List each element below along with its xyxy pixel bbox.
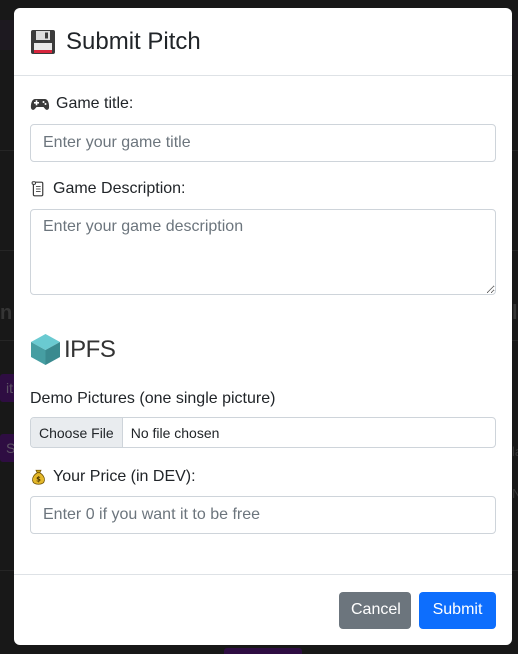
game-title-label: Game title: [30, 94, 496, 114]
price-label: $ Your Price (in DEV): [30, 467, 496, 487]
scroll-icon [31, 181, 44, 197]
ipfs-cube-icon [31, 334, 60, 365]
ipfs-logo: IPFS [30, 333, 496, 366]
modal-body: Game title: Game Description: IPFS [14, 94, 512, 534]
demo-pictures-label: Demo Pictures (one single picture) [30, 390, 496, 408]
floppy-disk-icon [31, 29, 55, 54]
game-title-input[interactable] [30, 124, 496, 162]
game-description-label: Game Description: [30, 179, 496, 199]
game-description-label-text: Game Description: [53, 180, 186, 197]
modal-footer: Cancel Submit [14, 574, 512, 645]
file-status-text: No file chosen [130, 424, 220, 441]
cancel-button[interactable]: Cancel [339, 591, 411, 629]
demo-pictures-file-input[interactable]: Choose File No file chosen [30, 417, 496, 448]
modal-title-wrapper: Submit Pitch [30, 28, 201, 56]
svg-text:$: $ [36, 476, 41, 484]
game-title-label-text: Game title: [56, 95, 134, 112]
price-label-text: Your Price (in DEV): [53, 468, 196, 485]
demo-pictures-label-text: Demo Pictures (one single picture) [30, 390, 276, 407]
modal-title: Submit Pitch [66, 27, 201, 55]
ipfs-label: IPFS [64, 335, 116, 363]
submit-button[interactable]: Submit [419, 591, 496, 629]
choose-file-button[interactable]: Choose File [31, 418, 123, 447]
modal-header: Submit Pitch [14, 8, 512, 76]
money-bag-icon: $ [32, 469, 45, 485]
gamepad-icon [30, 99, 50, 110]
game-description-textarea[interactable] [30, 209, 496, 295]
submit-pitch-modal: Submit Pitch Game title: G [14, 8, 512, 645]
price-input[interactable] [30, 496, 496, 534]
